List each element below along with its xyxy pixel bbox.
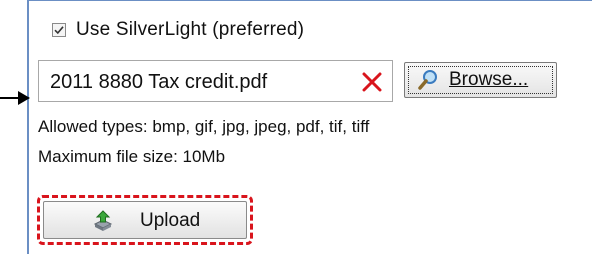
upload-panel: Use SilverLight (preferred) 2011 8880 Ta… [0, 0, 592, 254]
allowed-types-text: Allowed types: bmp, gif, jpg, jpeg, pdf,… [38, 117, 370, 136]
pointer-arrow-icon [18, 91, 30, 105]
upload-arrow-icon [93, 210, 113, 231]
max-file-size-text: Maximum file size: 10Mb [38, 147, 226, 166]
upload-label: Upload [140, 210, 201, 231]
red-x-icon[interactable] [361, 71, 383, 93]
file-name-field[interactable]: 2011 8880 Tax credit.pdf [38, 60, 393, 102]
file-picker-row: 2011 8880 Tax credit.pdf Browse... [38, 60, 557, 102]
checkmark-icon [54, 26, 64, 35]
magnifier-icon [418, 70, 437, 90]
silverlight-checkbox[interactable] [52, 23, 66, 37]
file-name-text: 2011 8880 Tax credit.pdf [50, 71, 268, 93]
silverlight-option[interactable]: Use SilverLight (preferred) [52, 17, 304, 43]
upload-button[interactable]: Upload [43, 201, 247, 239]
panel-border-top [27, 0, 592, 1]
silverlight-label[interactable]: Use SilverLight (preferred) [76, 19, 304, 41]
browse-button[interactable]: Browse... [404, 62, 557, 98]
browse-label: Browse... [449, 69, 529, 90]
panel-border-left [27, 0, 29, 254]
